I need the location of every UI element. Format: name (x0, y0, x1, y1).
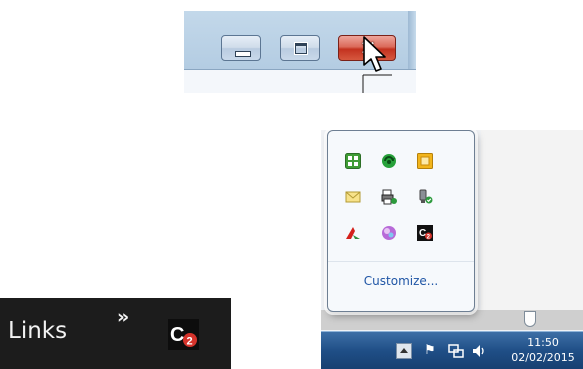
background-window-scrollbar (321, 310, 583, 330)
links-toolbar-label[interactable]: Links (8, 318, 67, 344)
slider-thumb[interactable] (524, 311, 536, 327)
clock-date: 02/02/2015 (511, 351, 575, 364)
red-arrow-logo-icon[interactable] (345, 225, 361, 241)
overflow-chevron-icon[interactable]: » (117, 306, 129, 328)
customize-link[interactable]: Customize... (328, 274, 474, 288)
mouse-pointer-icon (362, 36, 392, 93)
usb-safely-remove-icon[interactable] (417, 189, 433, 205)
links-toolbar: Links » C 2 (0, 298, 231, 369)
popup-separator (328, 261, 474, 262)
taskbar-clock[interactable]: 11:50 02/02/2015 (507, 335, 579, 365)
volume-icon[interactable] (471, 343, 487, 359)
maximize-icon (294, 42, 308, 55)
maximize-button[interactable] (280, 35, 320, 61)
notification-area-panel: ⚑ 11:50 02/02/2015 C 2 Customize... (321, 130, 583, 369)
svg-text:C: C (170, 324, 184, 346)
green-recycle-icon[interactable] (381, 153, 397, 169)
clock-time: 11:50 (527, 336, 559, 349)
c2-app-icon[interactable]: C 2 (417, 225, 433, 241)
network-icon[interactable] (448, 343, 464, 359)
c2-app-icon[interactable]: C 2 (168, 319, 199, 350)
taskbar: ⚑ 11:50 02/02/2015 (321, 331, 583, 369)
minimize-button[interactable] (221, 35, 261, 61)
notification-overflow-popup: C 2 Customize... (327, 130, 475, 312)
action-center-flag-icon[interactable]: ⚑ (422, 343, 438, 359)
minimize-icon (235, 51, 251, 57)
show-hidden-icons-button[interactable] (396, 343, 412, 359)
green-grid-app-icon[interactable] (345, 153, 361, 169)
printer-sync-icon[interactable] (381, 189, 397, 205)
background-window (481, 130, 583, 310)
chevron-up-icon (400, 348, 408, 353)
mail-envelope-icon[interactable] (345, 189, 361, 205)
orange-square-app-icon[interactable] (417, 153, 433, 169)
purple-bubble-icon[interactable] (381, 225, 397, 241)
svg-text:2: 2 (187, 336, 193, 348)
svg-text:C: C (419, 228, 426, 239)
